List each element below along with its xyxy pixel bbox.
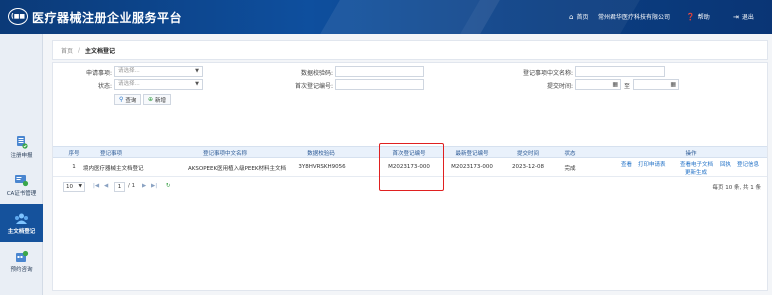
pagination-info: 每页 10 条, 共 1 条 [712,185,762,191]
current-page-input[interactable]: 1 [114,182,125,192]
column-header-latest-no: 最新登记编号 [455,151,489,157]
data-check-code-input[interactable] [335,66,424,77]
cell-index: 1 [72,164,76,170]
cell-item: 境内医疗器械主文档登记 [83,166,144,172]
action-update-generate[interactable]: 更新生成 [685,168,707,176]
cell-submit-time: 2023-12-08 [512,164,544,170]
cell-status: 完成 [564,166,576,172]
sidebar-item-ca-certificate[interactable]: CA证书管理 [0,166,43,204]
nav-home-label: 首页 [576,14,589,21]
action-reg-info[interactable]: 登记信息 [737,160,759,168]
next-page-icon[interactable]: ▶ [142,183,146,189]
column-header-status: 状态 [564,151,576,157]
sidebar-item-appointment[interactable]: 预约咨询 [0,242,43,280]
page-size-value: 10 [66,184,73,190]
add-button[interactable]: ⊕ 新增 [143,94,172,105]
calendar-icon[interactable]: ▦ [612,80,618,89]
breadcrumb: 首页 / 主文档登记 [52,40,768,60]
pagination: 10 ▼ |◀ ◀ 1 / 1 ▶ ▶| ↻ 每页 10 条, 共 1 条 [53,182,767,195]
calendar-icon[interactable]: ▦ [670,80,676,89]
cell-latest-no: M2023173-000 [451,164,493,170]
sidebar-item-master-file[interactable]: 主文档登记 [0,204,43,242]
submit-time-end-input[interactable]: ▦ [633,79,679,90]
nav-home[interactable]: ⌂ 首页 [569,12,589,22]
nav-logout[interactable]: ⇥ 退出 [733,12,754,22]
search-button-label: 查询 [125,97,137,104]
apply-item-select[interactable]: 请选择... ▼ [114,66,203,77]
total-pages: / 1 [128,183,136,189]
refresh-icon[interactable]: ↻ [166,183,171,189]
column-header-submit-time: 提交时间 [516,151,539,157]
status-placeholder: 请选择... [118,81,140,87]
master-file-icon [14,212,29,225]
nav-help-label: 帮助 [697,14,710,21]
first-reg-no-label: 首次登记编号: [294,83,333,90]
sidebar-item-label: 预约咨询 [10,266,33,273]
add-icon: ⊕ [148,96,154,103]
column-header-item: 登记事项 [99,151,122,157]
ca-certificate-icon [14,174,29,187]
date-range-separator: 至 [624,83,631,90]
breadcrumb-home[interactable]: 首页 [61,46,73,55]
last-page-icon[interactable]: ▶| [151,183,157,189]
cell-cn-name: AKSOPEEK医用植入级PEEK材料主文档 [188,166,286,172]
search-panel: 申请事项: 请选择... ▼ 数据校验码: 登记事项中文名称: 状态: 请选择.… [52,62,768,291]
apply-item-label: 申请事项: [85,70,112,77]
nav-company[interactable]: 常州君华医疗科技有限公司 [598,12,670,21]
data-check-code-label: 数据校验码: [300,70,333,77]
sidebar-item-label: 注册申报 [10,152,33,159]
appointment-icon [14,250,29,263]
platform-logo: (■■ [8,8,28,25]
action-print-application[interactable]: 打印申请表 [638,160,666,168]
document-upload-icon [14,135,29,149]
chevron-down-icon: ▼ [195,68,199,74]
chevron-down-icon: ▼ [78,184,82,189]
home-icon: ⌂ [569,12,574,21]
apply-item-placeholder: 请选择... [118,68,140,74]
sidebar-item-registration[interactable]: 注册申报 [0,128,43,166]
submit-time-label: 提交时间: [546,83,573,90]
search-button[interactable]: ⚲ 查询 [114,94,142,105]
column-header-index: 序号 [68,151,80,157]
logout-icon: ⇥ [733,12,739,21]
breadcrumb-separator: / [78,46,81,54]
add-button-label: 新增 [155,97,167,104]
sidebar-item-label: CA证书管理 [6,190,37,197]
page-size-select[interactable]: 10 ▼ [63,182,85,192]
help-icon: ❓ [686,12,695,21]
app-title: 医疗器械注册企业服务平台 [32,11,183,25]
submit-time-start-input[interactable]: ▦ [575,79,621,90]
action-view-e-document[interactable]: 查看电子文档 [680,160,713,168]
cell-check-code: 3Y8HVRSKH9056 [298,164,346,170]
chevron-down-icon: ▼ [195,81,199,87]
column-header-check-code: 数据校验码 [307,151,335,157]
nav-help[interactable]: ❓ 帮助 [686,12,710,22]
first-page-icon[interactable]: |◀ [93,183,99,189]
column-header-actions: 操作 [685,151,697,157]
reg-item-cn-name-label: 登记事项中文名称: [522,70,573,77]
search-icon: ⚲ [119,96,124,103]
top-header: (■■ 医疗器械注册企业服务平台 ⌂ 首页 常州君华医疗科技有限公司 ❓ 帮助 … [0,0,772,34]
status-select[interactable]: 请选择... ▼ [114,79,203,90]
first-reg-no-input[interactable] [335,79,424,90]
sidebar: 注册申报 CA证书管理 主文档登记 预约咨询 [0,34,43,295]
main-content: 首页 / 主文档登记 申请事项: 请选择... ▼ 数据校验码: 登记事项中文名… [44,34,772,295]
action-view[interactable]: 查看 [621,160,632,168]
action-receipt[interactable]: 回执 [720,160,731,168]
column-header-cn-name: 登记事项中文名称 [202,151,247,157]
status-label: 状态: [97,83,112,90]
prev-page-icon[interactable]: ◀ [104,183,108,189]
reg-item-cn-name-input[interactable] [575,66,665,77]
nav-logout-label: 退出 [741,14,754,21]
nav-company-label: 常州君华医疗科技有限公司 [598,14,671,21]
breadcrumb-current: 主文档登记 [85,47,116,55]
sidebar-item-label: 主文档登记 [7,228,36,235]
